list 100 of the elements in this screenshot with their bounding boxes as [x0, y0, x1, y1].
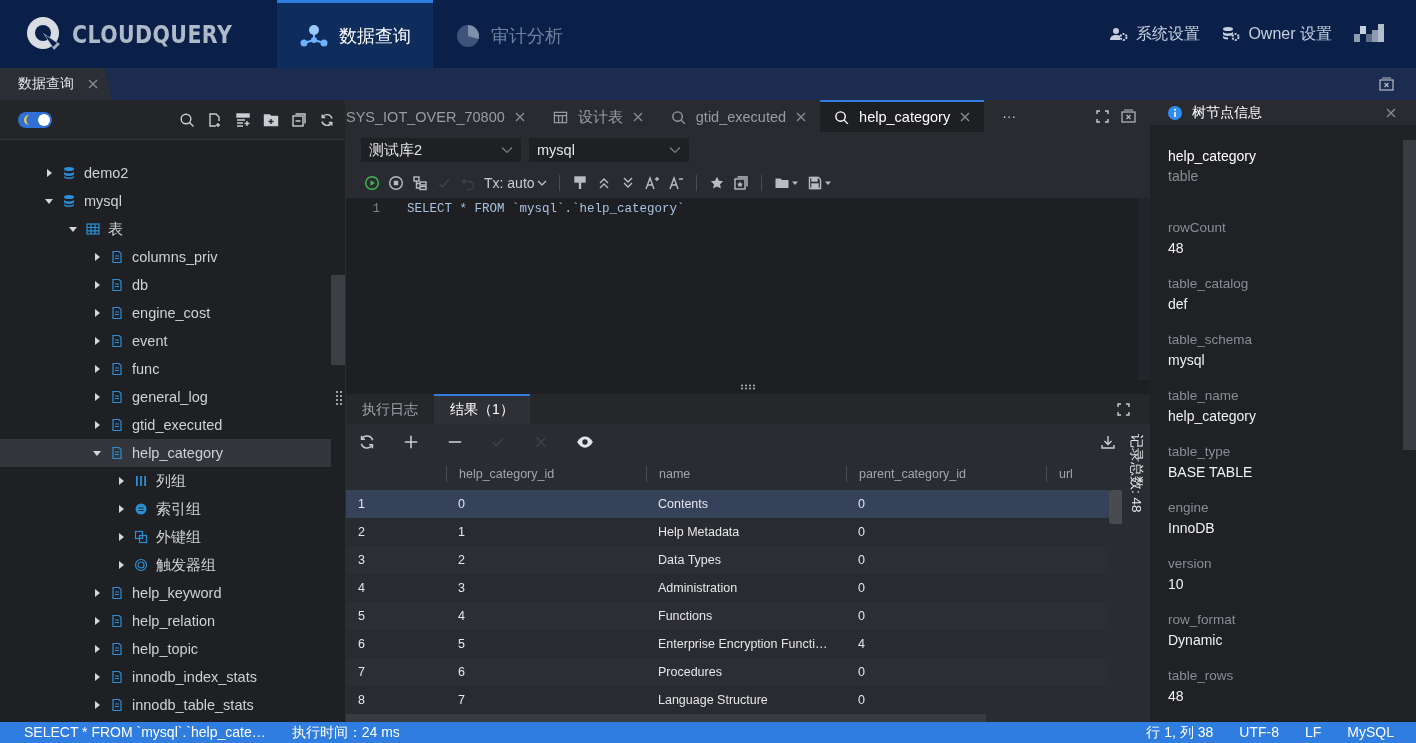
caret-icon[interactable] — [92, 336, 102, 346]
caret-icon[interactable] — [116, 532, 126, 542]
settings-link[interactable]: Owner 设置 — [1222, 23, 1332, 45]
caret-icon[interactable] — [92, 700, 102, 710]
database-select[interactable]: mysql — [529, 138, 689, 162]
resize-handle-icon[interactable] — [335, 390, 343, 406]
caret-icon[interactable] — [92, 448, 102, 458]
font-up-icon[interactable] — [643, 175, 660, 191]
database-icon — [62, 166, 76, 180]
font-down-icon[interactable] — [667, 175, 684, 191]
result-tab[interactable]: 结果（1） — [434, 394, 530, 424]
caret-icon[interactable] — [116, 560, 126, 570]
theme-toggle[interactable] — [18, 111, 52, 128]
page-tab[interactable]: 数据查询 — [0, 68, 112, 100]
tree-item[interactable]: demo2 — [0, 159, 331, 187]
scrollbar[interactable] — [346, 714, 986, 722]
tree-item[interactable]: help_category — [0, 439, 331, 467]
tree-item[interactable]: 索引组 — [0, 495, 331, 523]
caret-icon[interactable] — [92, 644, 102, 654]
close-icon[interactable] — [632, 112, 643, 122]
close-icon[interactable] — [1386, 107, 1396, 118]
refresh-icon[interactable] — [358, 433, 376, 451]
tree-item[interactable]: engine_cost — [0, 299, 331, 327]
caret-icon[interactable] — [92, 280, 102, 290]
tree-item[interactable]: general_log — [0, 383, 331, 411]
column-header[interactable]: help_category_id — [459, 467, 555, 481]
result-tab[interactable]: 执行日志 — [346, 394, 434, 424]
tree-item[interactable]: event — [0, 327, 331, 355]
scrollbar[interactable] — [1403, 140, 1416, 450]
tree-item[interactable]: columns_priv — [0, 243, 331, 271]
tree-item[interactable]: func — [0, 355, 331, 383]
caret-icon[interactable] — [116, 476, 126, 486]
transaction-mode-dropdown[interactable]: Tx: auto — [484, 175, 547, 191]
refresh-icon[interactable] — [319, 111, 335, 128]
tree-item[interactable]: gtid_executed — [0, 411, 331, 439]
splitter-handle-icon[interactable] — [740, 384, 756, 390]
caret-icon[interactable] — [92, 672, 102, 682]
tree-item[interactable]: mysql — [0, 187, 331, 215]
editor-tab[interactable]: SYS_IOT_OVER_70800 — [346, 100, 539, 132]
tree-item[interactable]: help_topic — [0, 635, 331, 663]
plan-icon[interactable] — [412, 175, 428, 191]
star-icon[interactable] — [708, 175, 725, 191]
field-value: def — [1168, 295, 1188, 314]
nav-tab[interactable]: 数据查询 — [277, 0, 433, 68]
column-header[interactable]: parent_category_id — [859, 467, 967, 481]
new-file-icon[interactable] — [207, 111, 223, 128]
caret-icon[interactable] — [68, 224, 78, 234]
tree-item[interactable]: innodb_table_stats — [0, 691, 331, 719]
caret-icon[interactable] — [536, 179, 547, 187]
caret-icon[interactable] — [92, 420, 102, 430]
scrollbar[interactable] — [1109, 490, 1123, 524]
avatar-icon[interactable] — [1354, 24, 1386, 44]
caret-icon[interactable] — [92, 364, 102, 374]
tree-item[interactable]: innodb_index_stats — [0, 663, 331, 691]
settings-link[interactable]: 系统设置 — [1110, 23, 1201, 45]
download-icon[interactable] — [1100, 434, 1117, 450]
close-all-icon[interactable] — [1379, 77, 1394, 91]
tree-item[interactable]: 触发器组 — [0, 551, 331, 579]
connection-select[interactable]: 测试库2 — [361, 138, 521, 162]
editor-tab[interactable]: gtid_executed — [656, 100, 821, 132]
close-icon[interactable] — [514, 112, 525, 122]
tree-item[interactable]: help_relation — [0, 607, 331, 635]
view-icon[interactable] — [576, 433, 594, 451]
editor-tab[interactable]: 设计表 — [538, 100, 657, 132]
new-folder-icon[interactable] — [263, 111, 279, 128]
add-icon[interactable] — [402, 433, 420, 451]
tree-item[interactable]: help_keyword — [0, 579, 331, 607]
close-icon[interactable] — [88, 79, 98, 89]
tree-item[interactable]: 外键组 — [0, 523, 331, 551]
caret-icon[interactable] — [44, 168, 54, 178]
caret-icon[interactable] — [92, 392, 102, 402]
column-header[interactable]: url — [1059, 467, 1073, 481]
scrollbar[interactable] — [331, 275, 345, 365]
search-icon[interactable] — [179, 111, 195, 128]
caret-icon[interactable] — [92, 588, 102, 598]
tree-item[interactable]: db — [0, 271, 331, 299]
collapse-all-icon[interactable] — [291, 111, 307, 128]
caret-icon[interactable] — [44, 196, 54, 206]
close-all-icon[interactable] — [1121, 109, 1136, 123]
nav-tab[interactable]: 审计分析 — [433, 0, 585, 68]
more-tabs-button[interactable]: ··· — [984, 100, 1035, 132]
table-row[interactable]: 1 0 Contents 0 — [346, 490, 1109, 518]
tree-item[interactable]: 列组 — [0, 467, 331, 495]
column-header[interactable]: name — [659, 467, 691, 481]
close-icon[interactable] — [960, 112, 971, 122]
favorites-icon[interactable] — [732, 175, 749, 191]
stop-icon[interactable] — [388, 175, 404, 191]
run-icon[interactable] — [364, 175, 380, 191]
caret-icon[interactable] — [116, 504, 126, 514]
fullscreen-icon[interactable] — [1117, 402, 1130, 416]
close-icon[interactable] — [796, 112, 807, 122]
format-icon[interactable] — [571, 175, 588, 191]
caret-icon[interactable] — [92, 616, 102, 626]
save-icon[interactable] — [806, 175, 832, 191]
tree-item[interactable]: 表 — [0, 215, 331, 243]
fullscreen-icon[interactable] — [1096, 109, 1109, 123]
add-table-icon[interactable] — [235, 111, 251, 128]
caret-icon[interactable] — [92, 252, 102, 262]
caret-icon[interactable] — [92, 308, 102, 318]
editor-tab[interactable]: help_category — [820, 100, 985, 132]
